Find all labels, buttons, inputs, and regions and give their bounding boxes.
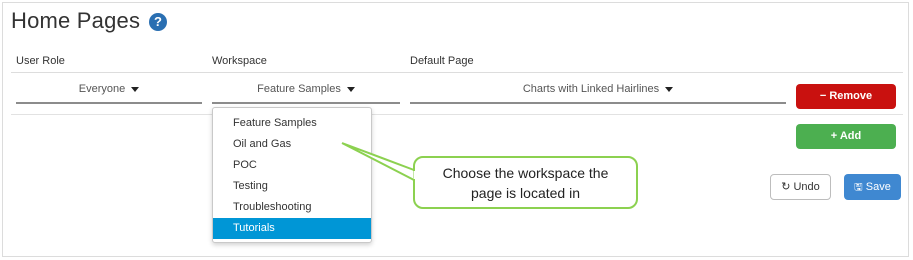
- column-header-workspace: Workspace: [212, 55, 267, 67]
- floppy-disk-icon: 🖫: [854, 182, 863, 193]
- dropdown-option[interactable]: Troubleshooting: [213, 197, 371, 218]
- add-button-label: Add: [839, 130, 862, 142]
- chevron-down-icon: [665, 86, 674, 92]
- callout-tooltip: Choose the workspace the page is located…: [413, 156, 638, 209]
- help-icon[interactable]: ?: [149, 13, 167, 31]
- row-divider: [11, 114, 903, 115]
- undo-icon: ↻: [781, 181, 791, 193]
- undo-button-label: Undo: [793, 181, 820, 193]
- dropdown-option-selected[interactable]: Tutorials: [213, 218, 371, 239]
- save-button-label: Save: [865, 181, 891, 193]
- default-page-select[interactable]: Charts with Linked Hairlines: [410, 80, 786, 104]
- page-frame: [2, 2, 909, 257]
- column-header-user-role: User Role: [16, 55, 65, 67]
- workspace-select[interactable]: Feature Samples: [212, 80, 400, 104]
- dropdown-option[interactable]: Feature Samples: [213, 113, 371, 134]
- callout-line: page is located in: [471, 185, 580, 201]
- chevron-down-icon: [346, 86, 355, 92]
- callout-line: Choose the workspace the: [442, 165, 609, 181]
- workspace-value: Feature Samples: [257, 83, 341, 95]
- undo-button[interactable]: ↻ Undo: [770, 174, 831, 200]
- chevron-down-icon: [131, 86, 140, 92]
- page-title: Home Pages: [11, 8, 141, 33]
- user-role-select[interactable]: Everyone: [16, 80, 202, 104]
- remove-button[interactable]: − Remove: [796, 84, 896, 109]
- minus-icon: −: [819, 90, 827, 102]
- workspace-dropdown-menu: Feature Samples Oil and Gas POC Testing …: [212, 107, 372, 243]
- dropdown-option[interactable]: POC: [213, 155, 371, 176]
- dropdown-option[interactable]: Testing: [213, 176, 371, 197]
- default-page-value: Charts with Linked Hairlines: [522, 83, 660, 95]
- dropdown-option[interactable]: Oil and Gas: [213, 134, 371, 155]
- save-button[interactable]: 🖫 Save: [844, 174, 901, 200]
- user-role-value: Everyone: [78, 83, 126, 95]
- add-button[interactable]: + Add: [796, 124, 896, 149]
- remove-button-label: Remove: [829, 90, 873, 102]
- plus-icon: +: [830, 130, 838, 142]
- header-divider: [11, 72, 903, 73]
- column-header-default-page: Default Page: [410, 55, 474, 67]
